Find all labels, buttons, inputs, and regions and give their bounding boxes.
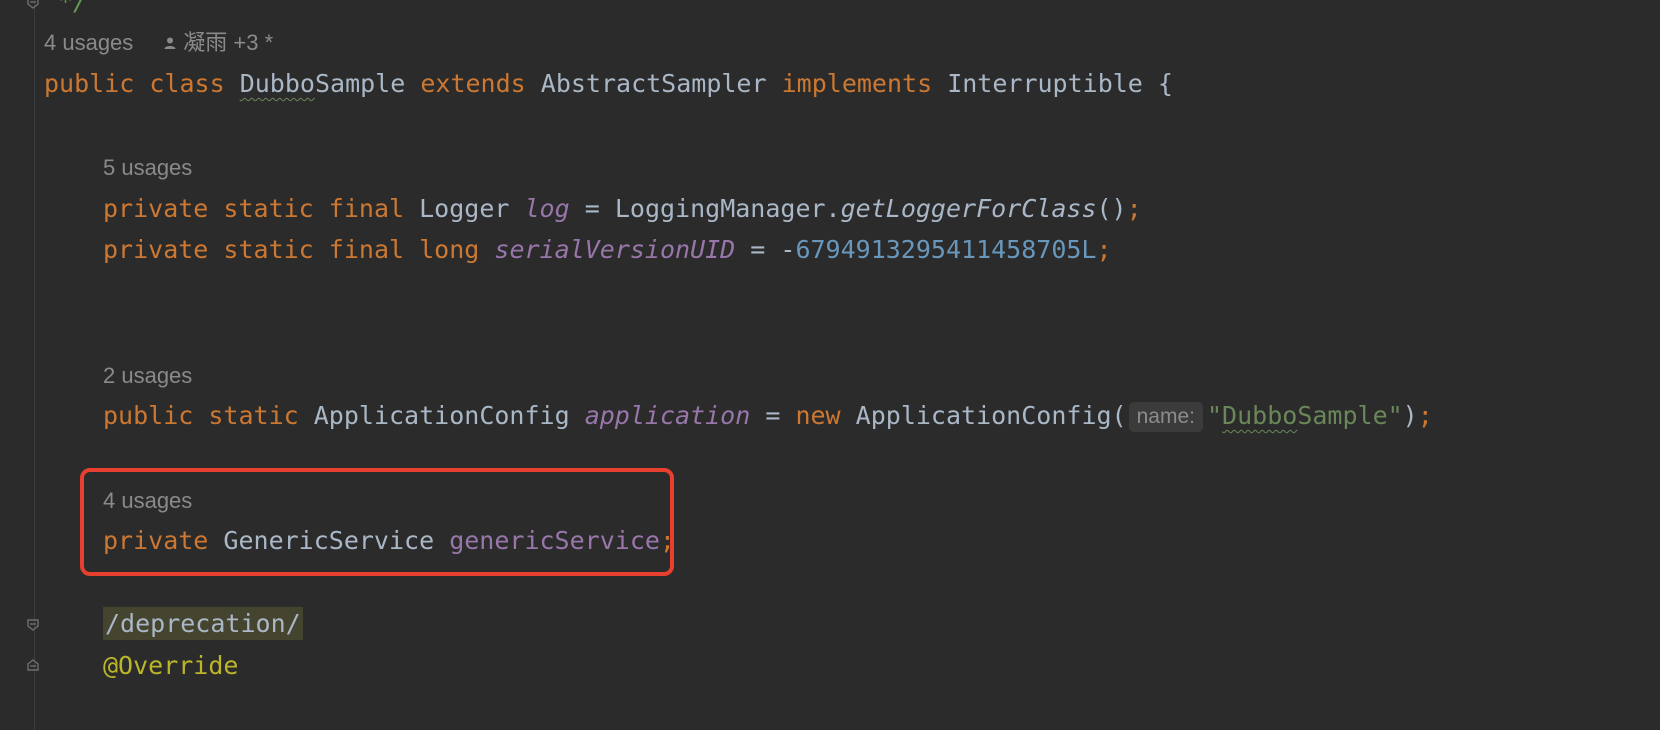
override-annotation: @Override <box>103 651 239 680</box>
type-logger: Logger <box>419 194 510 223</box>
string-quote-open: " <box>1206 401 1223 430</box>
field-application: application <box>584 401 751 430</box>
semicolon: ; <box>1417 401 1433 430</box>
method-get-logger: getLoggerForClass <box>840 194 1097 223</box>
keyword-final: final <box>328 194 405 223</box>
semicolon: ; <box>1126 194 1142 223</box>
keyword-new: new <box>795 401 841 430</box>
assign-operator: = - <box>750 235 796 264</box>
class-usages-inlay[interactable]: 4 usages 凝雨 +3 * <box>44 28 273 58</box>
keyword-class: class <box>149 69 225 98</box>
serial-field-line: private static final long serialVersionU… <box>103 234 1112 266</box>
class-declaration-line: public class DubboSample extends Abstrac… <box>44 68 1173 100</box>
person-icon <box>164 37 176 49</box>
call-parens: () <box>1096 194 1127 223</box>
application-usages-count[interactable]: 2 usages <box>103 361 192 391</box>
field-log: log <box>524 194 570 223</box>
class-authors[interactable]: 凝雨 +3 * <box>183 28 273 58</box>
semicolon: ; <box>1096 235 1112 264</box>
type-long: long <box>419 235 480 264</box>
deprecation-comment: /deprecation/ <box>103 607 303 640</box>
assign-operator: = <box>765 401 781 430</box>
keyword-public: public <box>103 401 194 430</box>
comment-end: */ <box>58 0 89 16</box>
open-brace: { <box>1157 69 1173 98</box>
type-application-config: ApplicationConfig <box>313 401 570 430</box>
constructor-call: ApplicationConfig( <box>855 401 1127 430</box>
keyword-static: static <box>208 401 299 430</box>
field-serial-version-uid: serialVersionUID <box>494 235 736 264</box>
string-typo-part: Dubbo <box>1222 401 1298 430</box>
class-name-rest: Sample <box>314 69 406 98</box>
logging-manager-ref: LoggingManager. <box>614 194 841 223</box>
application-usages-inlay[interactable]: 2 usages <box>103 361 192 391</box>
keyword-private: private <box>103 235 209 264</box>
keyword-extends: extends <box>420 69 526 98</box>
keyword-public: public <box>44 69 135 98</box>
log-usages-count[interactable]: 5 usages <box>103 153 192 183</box>
keyword-static: static <box>223 194 314 223</box>
keyword-static: static <box>223 235 314 264</box>
class-usages-count[interactable]: 4 usages <box>44 28 133 58</box>
superclass-name: AbstractSampler <box>540 69 767 98</box>
close-paren: ) <box>1402 401 1418 430</box>
parameter-name-hint[interactable]: name: <box>1128 402 1203 432</box>
log-usages-inlay[interactable]: 5 usages <box>103 153 192 183</box>
annotation-highlight-box <box>80 468 674 576</box>
log-field-line: private static final Logger log = Loggin… <box>103 193 1142 225</box>
code-editor[interactable]: */ 4 usages 凝雨 +3 * public class DubboSa… <box>0 0 1660 730</box>
keyword-private: private <box>103 194 209 223</box>
string-rest: Sample" <box>1297 401 1403 430</box>
keyword-implements: implements <box>781 69 933 98</box>
interface-name: Interruptible <box>947 69 1143 98</box>
serial-value: 6794913295411458705L <box>795 235 1097 264</box>
application-field-line: public static ApplicationConfig applicat… <box>103 400 1433 432</box>
class-name-typo: Dubbo <box>239 69 315 98</box>
keyword-final: final <box>328 235 405 264</box>
deprecation-comment-line: /deprecation/ <box>103 607 303 640</box>
assign-operator: = <box>584 194 600 223</box>
